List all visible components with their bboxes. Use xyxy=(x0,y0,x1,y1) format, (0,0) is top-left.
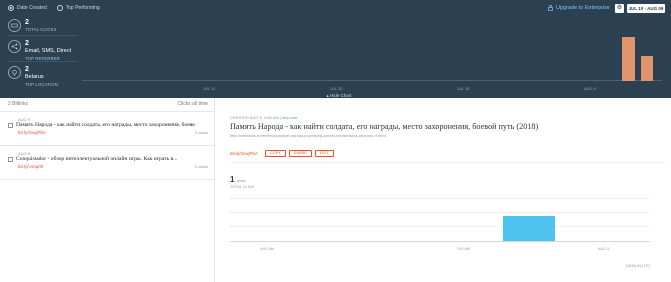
stat-value: 2 xyxy=(25,40,29,47)
bitlinks-list: 2 Bitlinks Clicks all time AUG 9 Память … xyxy=(0,98,215,282)
divider xyxy=(0,145,215,146)
list-item[interactable]: AUG 8 Conquistador - обзор интеллектуаль… xyxy=(8,151,208,169)
gridline xyxy=(230,198,650,199)
divider xyxy=(8,61,78,62)
clicks-all-time-label: Clicks all time xyxy=(177,101,208,107)
axis-tick-label: JUL 10 xyxy=(203,86,216,91)
axis-tick-label: AUG 9 xyxy=(584,86,597,91)
gridline xyxy=(230,212,650,213)
item-clicks: 2 clicks xyxy=(194,130,208,135)
axis-tick-label: JUL 30 xyxy=(457,86,470,91)
share-icon xyxy=(8,40,21,53)
stat-value: 2 xyxy=(25,66,29,73)
divider xyxy=(0,179,215,180)
divider xyxy=(0,111,215,112)
data-utc-note: DATA IN UTC xyxy=(626,263,651,268)
total-clicks-value: 1 clicks xyxy=(230,175,245,184)
axis-tick-label: AUG 9 xyxy=(598,247,610,251)
edit-button[interactable]: EDIT xyxy=(314,150,334,157)
filter-top-performing[interactable]: Top Performing xyxy=(56,5,100,11)
created-user[interactable]: serpunar xyxy=(282,115,298,120)
divider xyxy=(230,162,665,163)
item-clicks: 0 clicks xyxy=(194,164,208,169)
gridline xyxy=(230,226,650,227)
filter-date-created[interactable]: Date Created xyxy=(8,5,47,11)
stat-top-referrer: 2 Email, SMS, Direct TOP REFERRER xyxy=(8,40,71,61)
total-clicks-label: TOTAL CLICK xyxy=(230,185,254,189)
axis-tick-label: JUL 20 xyxy=(330,86,343,91)
chart-axis xyxy=(230,241,650,242)
checkbox[interactable] xyxy=(8,157,13,162)
upgrade-label: Upgrade to Enterprise xyxy=(556,5,610,11)
checkbox[interactable] xyxy=(8,123,13,128)
radio-icon[interactable] xyxy=(56,5,63,11)
stat-top-location: 2 Belarus TOP LOCATION xyxy=(8,66,58,87)
list-item[interactable]: AUG 9 Память Народа - как найти солдата,… xyxy=(8,117,208,135)
sort-filters: Date Created Top Performing xyxy=(8,5,100,11)
short-link-row: bit.ly/2vwjPbA COPY SHARE EDIT xyxy=(230,150,334,157)
sliders-icon[interactable]: ⚙ xyxy=(615,4,624,13)
item-short-link[interactable]: bit.ly/2vwjPbA xyxy=(18,130,46,135)
created-meta: CREATED AUG 9, 4:58 AM | serpunar xyxy=(230,115,298,120)
axis-tick-label: 7:00 AM xyxy=(456,247,470,251)
axis-tick-label: 4:57 AM xyxy=(260,247,274,251)
divider xyxy=(8,35,78,36)
analytics-header: Date Created Top Performing Upgrade to E… xyxy=(0,0,671,100)
long-url[interactable]: http://webfacts.ru/reviews/pamyat-naroda… xyxy=(230,133,386,138)
item-title: Conquistador - обзор интеллектуальной он… xyxy=(16,156,178,162)
stat-sub: Belarus xyxy=(25,74,44,80)
created-date: CREATED AUG 9, 4:58 AM xyxy=(230,115,279,120)
chart-bar[interactable] xyxy=(503,216,555,241)
bitlinks-count: 2 Bitlinks xyxy=(8,101,29,107)
filter-label: Date Created xyxy=(17,5,47,11)
chart-bar[interactable] xyxy=(622,37,635,81)
detail-title[interactable]: Память Народа - как найти солдата, его н… xyxy=(230,122,538,131)
chart-bar[interactable] xyxy=(641,56,653,81)
stat-total-clicks: 2 TOTAL CLICKS xyxy=(8,19,57,32)
item-short-link[interactable]: bit.ly/conq0fr xyxy=(18,164,44,169)
list-header: 2 Bitlinks Clicks all time xyxy=(8,101,208,107)
share-button[interactable]: SHARE xyxy=(288,150,312,157)
chart-axis xyxy=(82,80,662,81)
stat-label: TOP LOCATION xyxy=(25,82,59,87)
date-range-button[interactable]: JUL 10 - AUG 09 xyxy=(627,4,665,13)
stat-value: 2 xyxy=(25,19,29,26)
filter-label: Top Performing xyxy=(65,5,100,11)
link-icon xyxy=(8,19,21,32)
copy-button[interactable]: COPY xyxy=(265,150,286,157)
bitlink-detail: CREATED AUG 9, 4:58 AM | serpunar Память… xyxy=(216,98,671,282)
total-value: 1 xyxy=(230,175,235,184)
location-pin-icon xyxy=(8,66,21,79)
total-unit: clicks xyxy=(236,179,246,183)
lock-icon xyxy=(548,5,553,11)
stat-sub: Email, SMS, Direct xyxy=(25,48,72,54)
stat-label: TOTAL CLICKS xyxy=(25,27,57,32)
radio-selected-icon[interactable] xyxy=(8,5,14,11)
short-link[interactable]: bit.ly/2vwjPbA xyxy=(230,151,258,156)
item-title: Память Народа - как найти солдата, его н… xyxy=(16,122,196,128)
upgrade-link[interactable]: Upgrade to Enterprise xyxy=(548,5,610,11)
